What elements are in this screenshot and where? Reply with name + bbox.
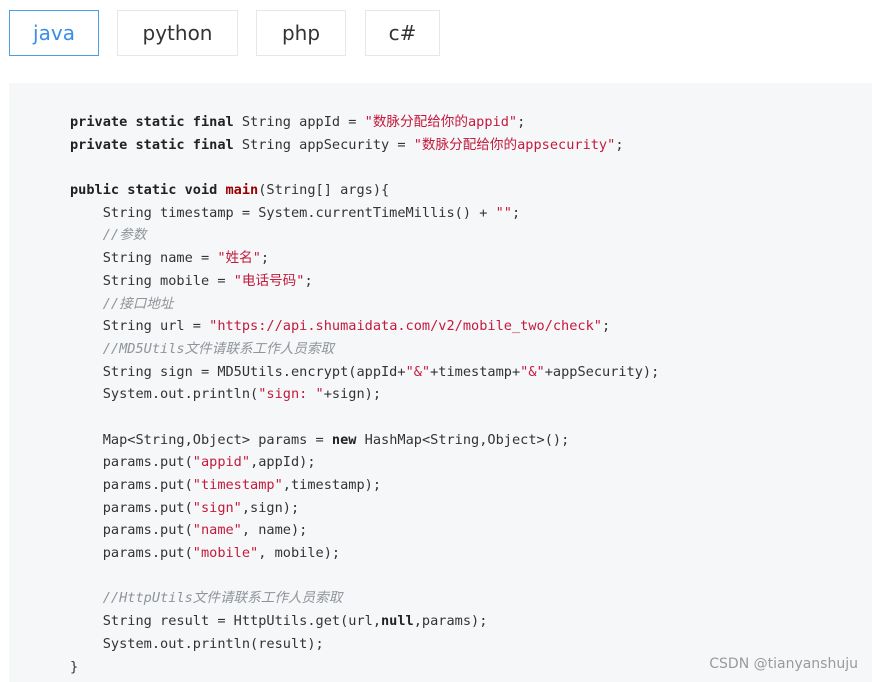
code-line: params.put("appid",appId); <box>70 451 659 474</box>
code-token-plain: String appSecurity = <box>241 136 414 153</box>
code-token-plain: ; <box>517 114 526 130</box>
code-token-plain: String sign = MD5Utils.encrypt(appId+ <box>70 363 406 380</box>
code-token-plain: } <box>70 658 79 675</box>
code-line: //HttpUtils文件请联系工作人员索取 <box>70 587 659 610</box>
code-token-plain: ,appId); <box>250 454 316 471</box>
code-token-plain: ; <box>615 136 624 153</box>
tab-csharp[interactable]: c# <box>365 10 440 56</box>
code-line: Map<String,Object> params = new HashMap<… <box>70 429 659 452</box>
code-line: params.put("timestamp",timestamp); <box>70 474 659 497</box>
code-token-plain: ; <box>260 250 270 267</box>
code-token-plain: Map<String,Object> params = <box>70 431 332 448</box>
code-token-plain: +timestamp+ <box>430 363 521 380</box>
code-token-plain: (String[] args){ <box>258 182 390 199</box>
code-line: String sign = MD5Utils.encrypt(appId+"&"… <box>70 361 660 384</box>
code-token-plain: , name); <box>241 522 308 539</box>
code-token-str: "数脉分配给你的appsecurity" <box>413 136 616 153</box>
code-line: //MD5Utils文件请联系工作人员索取 <box>70 338 659 361</box>
code-token-cmt: //HttpUtils文件请联系工作人员索取 <box>70 590 343 607</box>
code-line: params.put("mobile", mobile); <box>70 542 659 565</box>
code-token-str: "姓名" <box>217 250 261 267</box>
code-token-cmt: //参数 <box>70 227 147 244</box>
code-token-plain: , mobile); <box>258 545 341 562</box>
code-token-plain: +sign); <box>323 386 382 403</box>
code-token-kw: null <box>381 613 414 630</box>
watermark: CSDN @tianyanshuju <box>709 656 858 672</box>
code-token-plain: params.put( <box>70 499 193 516</box>
code-token-plain: HashMap<String,Object>(); <box>364 431 570 448</box>
code-line: params.put("sign",sign); <box>70 497 659 520</box>
code-token-kw: public static void <box>70 182 226 199</box>
code-line: //参数 <box>70 224 659 247</box>
code-token-plain: +appSecurity); <box>544 363 660 380</box>
code-token-plain: params.put( <box>70 454 193 471</box>
code-token-plain: params.put( <box>70 522 193 539</box>
code-token-plain: String result = HttpUtils.get(url, <box>70 613 381 630</box>
code-token-plain: ,sign); <box>241 499 300 516</box>
code-token-str: "数脉分配给你的appid" <box>364 114 518 130</box>
code-token-str: "&" <box>405 363 431 380</box>
code-line: private static final String appSecurity … <box>70 134 659 157</box>
code-token-kw: private static final <box>70 114 242 130</box>
code-token-str: "mobile" <box>192 545 259 562</box>
tab-python[interactable]: python <box>117 10 238 56</box>
code-line: String timestamp = System.currentTimeMil… <box>70 202 659 225</box>
code-token-plain: String timestamp = System.currentTimeMil… <box>70 204 496 221</box>
code-token-str: "name" <box>192 522 242 539</box>
code-token-str: "https://api.shumaidata.com/v2/mobile_tw… <box>209 318 602 335</box>
code-line: String result = HttpUtils.get(url,null,p… <box>70 610 659 633</box>
code-token-plain: ,timestamp); <box>282 477 382 493</box>
code-token-kw: new <box>331 431 365 448</box>
code-line: String url = "https://api.shumaidata.com… <box>70 315 659 338</box>
tab-php[interactable]: php <box>256 10 346 56</box>
tab-java[interactable]: java <box>9 10 99 56</box>
code-token-plain: System.out.println(result); <box>70 635 324 652</box>
code-token-cmt: //接口地址 <box>70 295 174 312</box>
code-token-plain: String appId = <box>241 114 365 130</box>
code-token-plain: String url = <box>70 318 210 335</box>
code-line: System.out.println("sign: "+sign); <box>70 383 659 406</box>
code-line: System.out.println(result); <box>70 633 659 656</box>
code-token-str: "&" <box>520 363 545 380</box>
code-token-str: "appid" <box>192 454 251 471</box>
code-token-plain: params.put( <box>70 477 193 493</box>
code-token-plain: ,params); <box>413 613 488 630</box>
code-token-plain: String name = <box>70 250 218 267</box>
code-token-str: "timestamp" <box>192 477 283 493</box>
code-token-plain: System.out.println( <box>70 386 259 403</box>
code-token-kw: private static final <box>70 136 242 153</box>
code-token-str: "sign: " <box>258 386 324 403</box>
code-line: String mobile = "电话号码"; <box>70 270 659 293</box>
code-token-plain: ; <box>601 318 611 335</box>
code-line: params.put("name", name); <box>70 519 659 542</box>
code-token-str: "电话号码" <box>233 272 305 289</box>
code-token-plain: params.put( <box>70 545 193 562</box>
code-line: private static final String appId = "数脉分… <box>70 111 659 134</box>
code-line: public static void main(String[] args){ <box>70 179 659 202</box>
code-line: String name = "姓名"; <box>70 247 659 270</box>
code-token-plain: ; <box>511 204 521 221</box>
code-token-fn: main <box>225 182 259 199</box>
code-token-plain: ; <box>304 272 313 289</box>
code-token-str: "sign" <box>192 499 242 516</box>
code-token-plain: String mobile = <box>70 272 234 289</box>
code-block: private static final String appId = "数脉分… <box>9 83 872 682</box>
code-token-str: "" <box>495 204 512 221</box>
code-line: } <box>70 656 659 679</box>
code-line: //接口地址 <box>70 293 659 316</box>
code-token-cmt: //MD5Utils文件请联系工作人员索取 <box>70 340 335 357</box>
code-content: private static final String appId = "数脉分… <box>70 111 659 678</box>
